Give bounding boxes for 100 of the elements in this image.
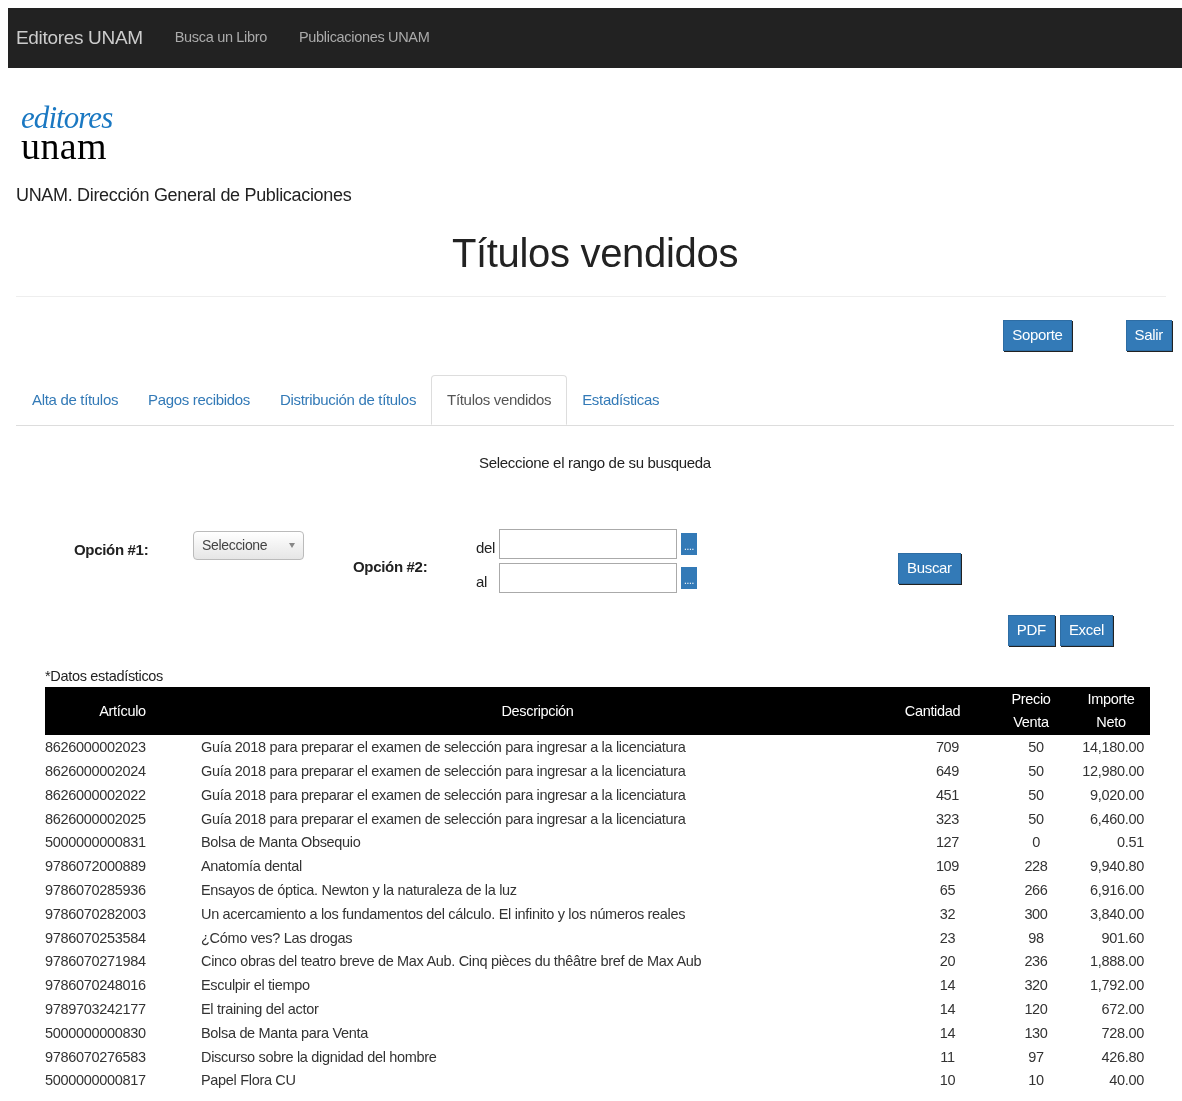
select-dropdown[interactable]: Seleccione [193, 530, 304, 560]
tab[interactable]: Distribución de títulos [265, 375, 432, 425]
table-cell-text: Ensayos de óptica. Newton y la naturaleza de la luz [200, 880, 518, 900]
table-cell-text: Cinco obras del teatro breve de Max Aub. Cinq pièces du thêâtre bref de Max Aub [200, 952, 703, 972]
table-cell-text: 40.00 [1108, 1071, 1145, 1091]
table-cell-text: 649 [934, 761, 961, 781]
date-field[interactable] [499, 562, 677, 593]
nav-link[interactable]: Publicaciones UNAM [299, 27, 430, 49]
tab[interactable]: Alta de títulos [17, 375, 134, 425]
column-header: Cantidad [904, 701, 961, 721]
logo-text: unam [21, 132, 107, 160]
table-cell-text: 65 [938, 880, 957, 900]
export-button[interactable]: Excel [1059, 614, 1113, 646]
table-cell-text: 426.80 [1100, 1047, 1145, 1067]
table-cell-text: 98 [1027, 928, 1045, 948]
table-caption: *Datos estadísticos [45, 666, 165, 686]
table-cell: 50 [990, 735, 1072, 760]
subtitle: UNAM. Dirección General de Publicaciones [16, 184, 353, 207]
table-cell-text: 50 [1027, 785, 1045, 805]
column-header: Precio Venta [1010, 690, 1052, 733]
table-cell-text: 130 [1023, 1023, 1049, 1043]
table-cell-text: 32 [938, 904, 957, 924]
table-cell-text: Papel Flora CU [200, 1071, 297, 1091]
table-cell-text: ¿Cómo ves? Las drogas [200, 928, 354, 948]
table-cell-text: 5000000000830 [45, 1023, 147, 1043]
action-button[interactable]: Salir [1125, 320, 1172, 351]
table-cell-text: 5000000000817 [45, 1071, 147, 1091]
table-cell-text: 320 [1023, 976, 1049, 996]
table-cell-text: 9786070282003 [45, 904, 147, 924]
table-cell-text: 672.00 [1100, 999, 1145, 1019]
field-label: al [476, 571, 488, 592]
action-button[interactable]: Soporte [1003, 320, 1072, 351]
search-button[interactable]: Buscar [898, 552, 961, 584]
table-cell-text: 9786070285936 [45, 880, 147, 900]
date-field[interactable] [499, 528, 677, 559]
field-label: Opción #1: [74, 539, 149, 560]
table-cell-text: 23 [938, 928, 957, 948]
table-cell-text: Bolsa de Manta Obsequio [200, 833, 362, 853]
table-cell-text: 0 [1031, 833, 1041, 853]
table-cell-text: 1,792.00 [1089, 976, 1145, 996]
table-cell-text: 9,940.80 [1089, 857, 1145, 877]
table-cell-text: 9,020.00 [1089, 785, 1145, 805]
page-heading: Títulos vendidos [450, 230, 740, 277]
table-cell-text: 10 [938, 1071, 957, 1091]
table-cell-text: Discurso sobre la dignidad del hombre [200, 1047, 438, 1067]
export-button[interactable]: PDF [1007, 614, 1055, 646]
tab[interactable]: Títulos vendidos [431, 375, 568, 425]
search-prompt: Seleccione el rango de su busqueda [478, 453, 712, 473]
column-header: Importe Neto [1086, 690, 1136, 733]
table-cell-text: 8626000002025 [45, 809, 147, 829]
table-cell-text: 109 [934, 857, 961, 877]
column-header: Artículo [99, 701, 146, 721]
table-cell-text: 228 [1023, 857, 1049, 877]
table-cell-text: 1,888.00 [1089, 952, 1145, 972]
table-cell-text: 10 [1027, 1071, 1045, 1091]
tab[interactable]: Estadísticas [567, 375, 675, 425]
table-cell-text: 5000000000831 [45, 833, 147, 853]
date-picker-button[interactable]: .... [681, 566, 697, 589]
table-cell-text: Guía 2018 para preparar el examen de selección para ingresar a la licenciatura [200, 761, 687, 781]
table-cell-text: 6,460.00 [1089, 809, 1145, 829]
table-cell-text: 8626000002024 [45, 761, 147, 781]
table-cell-text: 14 [938, 976, 957, 996]
table-cell-text: 9786070276583 [45, 1047, 147, 1067]
table-cell-text: Un acercamiento a los fundamentos del cálculo. El infinito y los números reales [200, 904, 687, 924]
table-cell: Guía 2018 para preparar el examen de selección para ingresar a la licenciatura [200, 735, 875, 760]
table-cell: 709 [875, 735, 990, 760]
table-cell-text: 50 [1027, 809, 1045, 829]
table-cell-text: 9789703242177 [45, 999, 147, 1019]
table-cell-text: 300 [1023, 904, 1049, 924]
table-cell-text: 728.00 [1100, 1023, 1145, 1043]
table-cell-text: Esculpir el tiempo [200, 976, 311, 996]
tab[interactable]: Pagos recibidos [133, 375, 266, 425]
table-cell-text: 9786070253584 [45, 928, 147, 948]
table-cell-text: 3,840.00 [1089, 904, 1145, 924]
table-cell: 14,180.00 [1072, 735, 1150, 760]
table-cell-text: 9786070271984 [45, 952, 147, 972]
table-cell-text: El training del actor [200, 999, 320, 1019]
table-cell-text: 50 [1027, 761, 1045, 781]
table-cell-text: 11 [939, 1047, 956, 1067]
table-cell-text: 12,980.00 [1081, 761, 1145, 781]
table-cell-text: 451 [934, 785, 961, 805]
nav-link[interactable]: Busca un Libro [174, 27, 267, 49]
table-cell-text: Guía 2018 para preparar el examen de selección para ingresar a la licenciatura [200, 785, 687, 805]
table-cell-text: 14 [938, 999, 957, 1019]
table-cell: 8626000002023 [45, 735, 200, 760]
table-cell-text: 9786070248016 [45, 976, 147, 996]
table-cell-text: 6,916.00 [1089, 880, 1145, 900]
table-cell-text: 323 [934, 809, 961, 829]
table-cell-text: 901.60 [1100, 928, 1145, 948]
table-cell-text: 120 [1023, 999, 1049, 1019]
table-cell-text: Bolsa de Manta para Venta [200, 1023, 370, 1043]
table-cell-text: 0.51 [1116, 833, 1145, 853]
field-label: Opción #2: [353, 556, 428, 577]
table-cell-text: 97 [1027, 1047, 1045, 1067]
table-cell-text: Guía 2018 para preparar el examen de selección para ingresar a la licenciatura [200, 809, 687, 829]
table-cell-text: 266 [1023, 880, 1049, 900]
date-picker-button[interactable]: .... [681, 532, 697, 555]
column-header: Descripción [501, 701, 574, 721]
brand-link[interactable]: Editores UNAM [16, 23, 143, 53]
logo-text: editores [21, 104, 114, 132]
